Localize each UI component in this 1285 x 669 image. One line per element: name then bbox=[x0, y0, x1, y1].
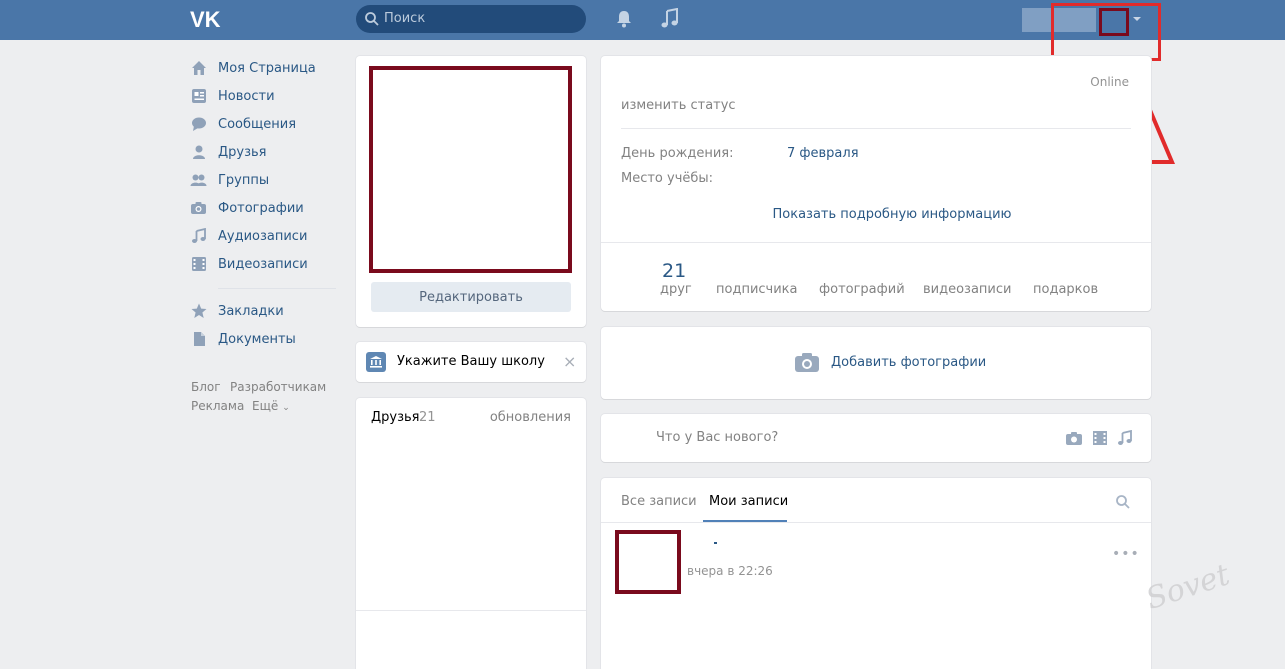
new-post-input[interactable]: Что у Вас нового? bbox=[656, 430, 778, 445]
menu-label: Документы bbox=[218, 331, 296, 347]
wall-card: Все записи Мои записи вчера в 22:26 ••• bbox=[601, 478, 1151, 669]
friends-counter-label[interactable]: друг bbox=[660, 282, 692, 297]
menu-item-documents[interactable]: Документы bbox=[190, 328, 338, 350]
photos-counter-label[interactable]: фотографий bbox=[819, 282, 905, 297]
edit-profile-button[interactable]: Редактировать bbox=[371, 282, 571, 312]
post-timestamp[interactable]: вчера в 22:26 bbox=[687, 564, 773, 578]
menu-item-bookmarks[interactable]: Закладки bbox=[190, 300, 338, 322]
music-icon[interactable] bbox=[660, 7, 680, 30]
film-icon bbox=[190, 256, 207, 273]
new-post-box[interactable]: Что у Вас нового? bbox=[601, 414, 1151, 462]
menu-item-friends[interactable]: Друзья bbox=[190, 141, 338, 163]
film-icon[interactable] bbox=[1092, 430, 1110, 446]
tab-my-posts[interactable]: Мои записи bbox=[709, 494, 788, 509]
friends-title[interactable]: Друзья bbox=[371, 410, 420, 425]
followers-counter-label[interactable]: подписчика bbox=[716, 282, 798, 297]
menu-label: Группы bbox=[218, 172, 270, 188]
search-icon bbox=[364, 11, 380, 27]
wall-divider bbox=[601, 522, 1151, 523]
profile-photo-card: Редактировать bbox=[356, 56, 586, 327]
gifts-counter-label[interactable]: подарков bbox=[1033, 282, 1098, 297]
music-icon[interactable] bbox=[1117, 429, 1135, 446]
document-icon bbox=[190, 331, 207, 348]
star-icon bbox=[190, 303, 207, 320]
groups-icon bbox=[190, 172, 207, 189]
post-author-avatar[interactable] bbox=[615, 530, 681, 594]
news-icon bbox=[190, 88, 207, 105]
footer-link-ads[interactable]: Реклама bbox=[191, 399, 244, 413]
music-icon bbox=[190, 228, 207, 245]
menu-item-audio[interactable]: Аудиозаписи bbox=[190, 225, 338, 247]
add-photos-label: Добавить фотографии bbox=[831, 355, 987, 370]
home-icon bbox=[190, 60, 207, 77]
footer-link-more[interactable]: Ещё ⌄ bbox=[252, 399, 290, 413]
school-prompt-text: Укажите Вашу школу bbox=[397, 354, 545, 369]
show-more-info-link[interactable]: Показать подробную информацию bbox=[601, 207, 1183, 222]
menu-item-video[interactable]: Видеозаписи bbox=[190, 253, 338, 275]
watermark-logo: Sovet bbox=[1141, 557, 1234, 617]
menu-item-photos[interactable]: Фотографии bbox=[190, 197, 338, 219]
menu-label: Закладки bbox=[218, 303, 284, 319]
chevron-down-icon: ⌄ bbox=[282, 403, 290, 413]
menu-item-news[interactable]: Новости bbox=[190, 85, 338, 107]
menu-label: Аудиозаписи bbox=[218, 228, 308, 244]
menu-item-messages[interactable]: Сообщения bbox=[190, 113, 338, 135]
school-label: Место учёбы: bbox=[621, 171, 714, 186]
footer-link-developers[interactable]: Разработчикам bbox=[230, 380, 326, 394]
menu-label: Друзья bbox=[218, 144, 267, 160]
friends-divider bbox=[356, 610, 586, 611]
friends-count: 21 bbox=[419, 410, 436, 425]
status-edit-link[interactable]: изменить статус bbox=[621, 98, 736, 113]
videos-counter-label[interactable]: видеозаписи bbox=[923, 282, 1011, 297]
svg-text:VK: VK bbox=[190, 8, 221, 30]
profile-info-card: Online изменить статус День рождения: 7 … bbox=[601, 56, 1151, 311]
online-status: Online bbox=[1090, 75, 1129, 89]
friends-updates-link[interactable]: обновления bbox=[490, 410, 571, 425]
friends-card: Друзья 21 обновления bbox=[356, 398, 586, 669]
menu-item-my-page[interactable]: Моя Страница bbox=[190, 57, 338, 79]
highlight-frame bbox=[1051, 3, 1161, 61]
search-input[interactable]: Поиск bbox=[356, 5, 586, 33]
search-placeholder: Поиск bbox=[384, 11, 426, 26]
birthday-label: День рождения: bbox=[621, 146, 734, 161]
vk-logo-icon[interactable]: VK bbox=[190, 7, 226, 32]
post-author-name[interactable] bbox=[714, 542, 717, 544]
info-divider bbox=[621, 128, 1131, 129]
camera-icon bbox=[794, 351, 820, 373]
school-prompt-card[interactable]: Укажите Вашу школу × bbox=[356, 342, 586, 382]
menu-divider bbox=[218, 288, 336, 289]
menu-item-groups[interactable]: Группы bbox=[190, 169, 338, 191]
menu-label: Моя Страница bbox=[218, 60, 316, 76]
footer-more-label: Ещё bbox=[252, 399, 279, 413]
friends-icon bbox=[190, 144, 207, 161]
search-icon[interactable] bbox=[1115, 494, 1131, 510]
add-photos-card[interactable]: Добавить фотографии bbox=[601, 327, 1151, 399]
messages-icon bbox=[190, 116, 207, 133]
footer-link-blog[interactable]: Блог bbox=[191, 380, 221, 394]
menu-label: Фотографии bbox=[218, 200, 304, 216]
camera-icon[interactable] bbox=[1065, 430, 1083, 446]
menu-label: Сообщения bbox=[218, 116, 297, 132]
post-more-icon[interactable]: ••• bbox=[1112, 546, 1140, 562]
camera-icon bbox=[190, 200, 207, 217]
close-icon[interactable]: × bbox=[563, 352, 576, 371]
tab-all-posts[interactable]: Все записи bbox=[621, 494, 697, 509]
menu-label: Видеозаписи bbox=[218, 256, 308, 272]
bell-icon[interactable] bbox=[614, 9, 634, 29]
friends-counter-number[interactable]: 21 bbox=[662, 260, 686, 282]
profile-photo[interactable] bbox=[369, 66, 572, 273]
birthday-value[interactable]: 7 февраля bbox=[787, 146, 859, 161]
menu-label: Новости bbox=[218, 88, 275, 104]
counters-divider bbox=[601, 242, 1151, 243]
school-icon bbox=[366, 352, 386, 372]
